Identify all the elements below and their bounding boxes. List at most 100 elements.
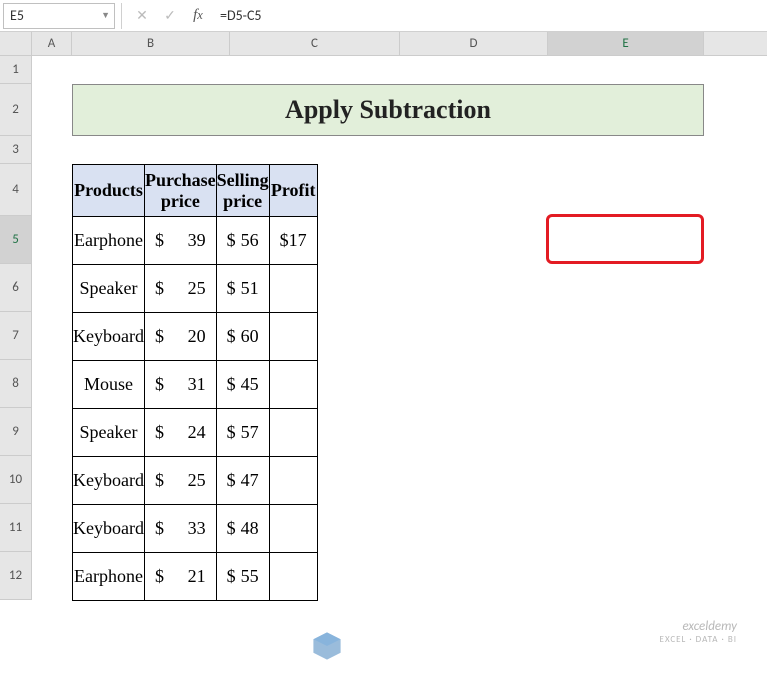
- value: 33: [188, 518, 206, 539]
- cell-purchase[interactable]: $31: [144, 361, 216, 409]
- cell-purchase[interactable]: $33: [144, 505, 216, 553]
- table-row: Keyboard$25$47: [73, 457, 318, 505]
- cell-product[interactable]: Speaker: [73, 409, 145, 457]
- cell-product[interactable]: Speaker: [73, 265, 145, 313]
- cell-product[interactable]: Mouse: [73, 361, 145, 409]
- enter-icon[interactable]: ✓: [156, 3, 184, 29]
- currency-symbol: $: [227, 566, 236, 587]
- row-header-2[interactable]: 2: [0, 84, 31, 136]
- cell-product[interactable]: Keyboard: [73, 313, 145, 361]
- separator: [121, 3, 122, 29]
- cell-selling[interactable]: $56: [216, 217, 269, 265]
- currency-symbol: $: [155, 326, 164, 347]
- name-box[interactable]: E5 ▼: [3, 3, 115, 29]
- row-header-1[interactable]: 1: [0, 56, 31, 84]
- cell-purchase[interactable]: $20: [144, 313, 216, 361]
- cell-purchase[interactable]: $24: [144, 409, 216, 457]
- table-row: Keyboard$20$60: [73, 313, 318, 361]
- cancel-icon[interactable]: ✕: [128, 3, 156, 29]
- page-title: Apply Subtraction: [72, 84, 704, 136]
- row-header-11[interactable]: 11: [0, 504, 31, 552]
- cell-profit[interactable]: [269, 409, 317, 457]
- cell-product[interactable]: Keyboard: [73, 505, 145, 553]
- cell-selling[interactable]: $45: [216, 361, 269, 409]
- cell-profit[interactable]: [269, 265, 317, 313]
- column-header-C[interactable]: C: [230, 32, 400, 55]
- column-header-A[interactable]: A: [32, 32, 72, 55]
- cell-product[interactable]: Earphone: [73, 553, 145, 601]
- cell-selling[interactable]: $47: [216, 457, 269, 505]
- row-header-12[interactable]: 12: [0, 552, 31, 600]
- cell-selling[interactable]: $51: [216, 265, 269, 313]
- chevron-down-icon[interactable]: ▼: [101, 10, 110, 21]
- data-table: ProductsPurchase priceSelling priceProfi…: [72, 164, 318, 601]
- cell-purchase[interactable]: $39: [144, 217, 216, 265]
- cell-selling[interactable]: $48: [216, 505, 269, 553]
- cell-selling[interactable]: $57: [216, 409, 269, 457]
- cell-product[interactable]: Keyboard: [73, 457, 145, 505]
- row-header-3[interactable]: 3: [0, 136, 31, 164]
- row-header-8[interactable]: 8: [0, 360, 31, 408]
- cell-profit[interactable]: [269, 505, 317, 553]
- currency-symbol: $: [155, 518, 164, 539]
- selection-highlight: [546, 214, 704, 264]
- row-header-5[interactable]: 5: [0, 216, 31, 264]
- value: 56: [241, 230, 259, 251]
- cell-profit[interactable]: [269, 553, 317, 601]
- currency-symbol: $: [227, 518, 236, 539]
- value: 55: [241, 566, 259, 587]
- table-row: Earphone$21$55: [73, 553, 318, 601]
- value: 17: [289, 230, 307, 251]
- table-row: Speaker$25$51: [73, 265, 318, 313]
- currency-symbol: $: [155, 470, 164, 491]
- logo-icon: [310, 629, 344, 663]
- currency-symbol: $: [227, 278, 236, 299]
- currency-symbol: $: [227, 230, 236, 251]
- select-all-corner[interactable]: [0, 32, 32, 56]
- currency-symbol: $: [155, 566, 164, 587]
- value: 20: [188, 326, 206, 347]
- currency-symbol: $: [227, 422, 236, 443]
- cell-purchase[interactable]: $21: [144, 553, 216, 601]
- value: 25: [188, 470, 206, 491]
- value: 31: [188, 374, 206, 395]
- currency-symbol: $: [280, 230, 289, 251]
- value: 24: [188, 422, 206, 443]
- row-header-9[interactable]: 9: [0, 408, 31, 456]
- cell-selling[interactable]: $55: [216, 553, 269, 601]
- watermark-brand: exceldemy: [682, 619, 737, 634]
- cell-profit[interactable]: [269, 361, 317, 409]
- value: 57: [241, 422, 259, 443]
- cell-product[interactable]: Earphone: [73, 217, 145, 265]
- cell-selling[interactable]: $60: [216, 313, 269, 361]
- row-header-10[interactable]: 10: [0, 456, 31, 504]
- row-header-6[interactable]: 6: [0, 264, 31, 312]
- column-header-D[interactable]: D: [400, 32, 548, 55]
- watermark-tag: EXCEL · DATA · BI: [660, 634, 737, 645]
- cell-profit[interactable]: $17: [269, 217, 317, 265]
- header-profit: Profit: [269, 165, 317, 217]
- value: 60: [241, 326, 259, 347]
- currency-symbol: $: [155, 278, 164, 299]
- table-row: Keyboard$33$48: [73, 505, 318, 553]
- watermark: exceldemy EXCEL · DATA · BI: [660, 619, 737, 645]
- cell-profit[interactable]: [269, 313, 317, 361]
- fx-icon[interactable]: fx: [184, 3, 212, 29]
- header-products: Products: [73, 165, 145, 217]
- value: 47: [241, 470, 259, 491]
- formula-input[interactable]: =D5-C5: [212, 3, 767, 29]
- column-header-E[interactable]: E: [548, 32, 704, 55]
- cell-purchase[interactable]: $25: [144, 265, 216, 313]
- table-row: Speaker$24$57: [73, 409, 318, 457]
- value: 39: [188, 230, 206, 251]
- value: 48: [241, 518, 259, 539]
- row-header-7[interactable]: 7: [0, 312, 31, 360]
- cell-profit[interactable]: [269, 457, 317, 505]
- value: 51: [241, 278, 259, 299]
- value: 45: [241, 374, 259, 395]
- column-header-B[interactable]: B: [72, 32, 230, 55]
- cell-purchase[interactable]: $25: [144, 457, 216, 505]
- row-header-4[interactable]: 4: [0, 164, 31, 216]
- column-headers: ABCDE: [32, 32, 767, 56]
- value: 21: [188, 566, 206, 587]
